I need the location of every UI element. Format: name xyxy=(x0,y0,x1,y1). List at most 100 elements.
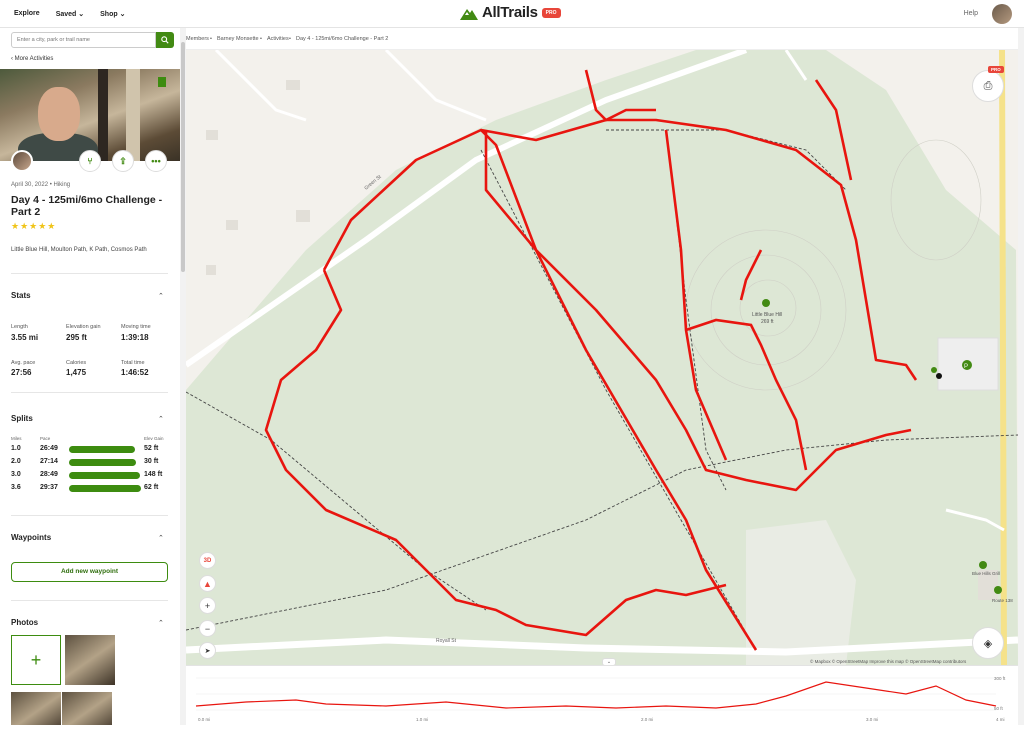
breadcrumb-item[interactable]: Members xyxy=(186,36,209,42)
breadcrumb-sep: • xyxy=(289,36,291,42)
chevron-up-icon[interactable]: ⌃ xyxy=(158,292,164,300)
search-button[interactable] xyxy=(156,32,174,48)
elevation-x-label: 3.0 mi xyxy=(866,717,879,722)
poi-label-route: Route 138 xyxy=(992,598,1013,603)
stat-value: 295 ft xyxy=(66,333,87,342)
activity-hero-photo[interactable] xyxy=(0,69,180,161)
map-layer: P Little Blue Hill 269 ft Green St Royal… xyxy=(186,50,1018,665)
search-input[interactable] xyxy=(11,32,156,48)
nav-explore[interactable]: Explore xyxy=(14,10,40,18)
tree-trunk xyxy=(98,69,108,161)
stat-label: Length xyxy=(11,324,28,330)
layers-icon: ◈ xyxy=(983,637,993,650)
fork-button[interactable]: ⑂ xyxy=(79,150,101,172)
rating-stars: ★★★★★ xyxy=(11,221,57,231)
photo-thumbnail[interactable] xyxy=(11,692,61,725)
more-activities-link[interactable]: ‹ More Activities xyxy=(11,56,53,62)
peak-marker xyxy=(762,299,770,307)
split-row: 2.0 27:14 30 ft xyxy=(11,457,171,468)
user-avatar[interactable] xyxy=(992,4,1012,24)
print-button[interactable]: ⎙ xyxy=(972,70,1004,102)
breadcrumb-sep: • xyxy=(260,36,262,42)
split-pace-bar xyxy=(69,459,136,466)
start-marker xyxy=(931,367,937,373)
nav-saved-label: Saved xyxy=(55,10,77,18)
compass-button[interactable]: ▲ xyxy=(199,575,216,592)
search-icon xyxy=(161,36,169,44)
elevation-x-label: 2.0 mi xyxy=(641,717,654,722)
divider xyxy=(11,392,168,393)
author-avatar[interactable] xyxy=(11,150,33,172)
breadcrumb: Members • Barney Monsette • Activities •… xyxy=(186,28,1024,50)
zoom-in-icon: + xyxy=(204,600,211,611)
zoom-out-button[interactable]: − xyxy=(199,620,216,637)
stat-value: 27:56 xyxy=(11,368,32,377)
divider xyxy=(11,273,168,274)
tree-trunk xyxy=(126,69,140,161)
split-pace-bar xyxy=(69,472,140,479)
split-pace-bar xyxy=(69,446,136,453)
chevron-left-icon: ‹ xyxy=(11,56,13,62)
road xyxy=(384,50,487,122)
stat-value: 1,475 xyxy=(66,368,87,377)
trail-paths: Little Blue Hill, Moulton Path, K Path, … xyxy=(11,247,147,253)
chevron-up-icon[interactable]: ⌃ xyxy=(158,415,164,423)
add-photo-button[interactable]: + xyxy=(11,635,61,685)
alltrails-logo[interactable]: AllTrails PRO xyxy=(460,4,561,21)
chevron-up-icon[interactable]: ⌃ xyxy=(158,619,164,627)
elevation-x-label: 1.0 mi xyxy=(416,717,429,722)
compass-icon: ▲ xyxy=(203,578,212,589)
elevation-profile[interactable]: 0.0 mi 1.0 mi 2.0 mi 3.0 mi 4 mi 300 ft … xyxy=(186,665,1018,725)
pro-badge: PRO xyxy=(541,7,561,18)
plus-icon: + xyxy=(30,649,42,670)
breadcrumb-sep: • xyxy=(210,36,212,42)
breadcrumb-item: Day 4 - 125mi/6mo Challenge - Part 2 xyxy=(296,36,389,42)
breadcrumb-item[interactable]: Activities xyxy=(267,36,289,42)
photo-thumbnail[interactable] xyxy=(62,692,112,725)
share-button[interactable]: ⇪ xyxy=(112,150,134,172)
breadcrumb-item[interactable]: Barney Monsette xyxy=(217,36,259,42)
more-activities-label: More Activities xyxy=(14,56,54,62)
split-gain: 62 ft xyxy=(144,484,159,491)
elevation-chart xyxy=(195,677,997,711)
road xyxy=(999,50,1007,665)
sidebar: ‹ More Activities ⑂ ⇪ ••• April 30, 2022… xyxy=(0,28,186,725)
add-waypoint-button[interactable]: Add new waypoint xyxy=(11,562,168,582)
split-pace-bar xyxy=(69,485,141,492)
locate-button[interactable]: ➤ xyxy=(199,642,216,659)
nav-shop[interactable]: Shop ⌄ xyxy=(100,10,125,18)
stat-label: Moving time xyxy=(121,324,151,330)
elevation-x-label: 0.0 mi xyxy=(198,717,211,722)
zoom-in-button[interactable]: + xyxy=(199,597,216,614)
3d-button[interactable]: 3D xyxy=(199,552,216,569)
elevation-y-label: 300 ft xyxy=(994,676,1006,681)
print-icon: ⎙ xyxy=(983,79,993,92)
bookmark-icon[interactable] xyxy=(158,77,166,87)
park-area xyxy=(186,50,1018,665)
stats-title: Stats xyxy=(11,291,31,300)
nav-saved[interactable]: Saved ⌄ xyxy=(56,10,84,18)
fork-icon: ⑂ xyxy=(87,156,93,166)
map-canvas[interactable]: P Little Blue Hill 269 ft Green St Royal… xyxy=(186,50,1018,665)
activity-title: Day 4 - 125mi/6mo Challenge - Part 2 xyxy=(11,194,163,218)
elevation-y-label: 50 ft xyxy=(994,706,1003,711)
more-button[interactable]: ••• xyxy=(145,150,167,172)
stat-label: Elevation gain xyxy=(66,324,101,330)
elevation-x-label: 4 mi xyxy=(996,717,1005,722)
page-scrollbar[interactable] xyxy=(1018,28,1024,725)
split-mile: 2.0 xyxy=(11,458,21,465)
split-pace: 27:14 xyxy=(40,458,58,465)
split-row: 1.0 26:49 52 ft xyxy=(11,444,171,455)
pro-tag: PRO xyxy=(988,66,1004,73)
more-icon: ••• xyxy=(151,156,161,166)
chevron-up-icon[interactable]: ⌃ xyxy=(158,534,164,542)
building xyxy=(206,265,216,275)
sidebar-scrollbar-thumb[interactable] xyxy=(181,42,185,272)
split-row: 3.0 28:49 148 ft xyxy=(11,470,171,481)
map-attribution[interactable]: © Mapbox © OpenStreetMap Improve this ma… xyxy=(810,659,966,664)
activity-meta: April 30, 2022 • Hiking xyxy=(11,182,71,188)
search-bar xyxy=(11,32,174,48)
help-link[interactable]: Help xyxy=(964,10,978,17)
photo-thumbnail[interactable] xyxy=(65,635,115,685)
layers-button[interactable]: ◈ xyxy=(972,627,1004,659)
